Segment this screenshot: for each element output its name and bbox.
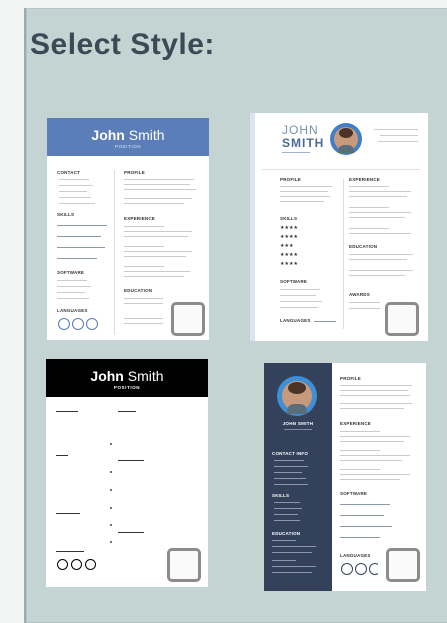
section-skills: SKILLS	[280, 216, 298, 221]
section-contact-info: CONTACT INFO	[272, 451, 309, 456]
page-title: Select Style:	[30, 28, 215, 61]
section-profile: PROFILE	[340, 376, 361, 381]
section-languages: LANGUAGES	[280, 318, 311, 323]
section-skills: SKILLS	[57, 212, 75, 217]
resume-name: JOHN SMITH	[282, 421, 314, 426]
select-checkbox-1[interactable]	[171, 302, 205, 336]
section-experience: EXPERIENCE	[349, 177, 381, 182]
section-profile: PROFILE	[124, 170, 145, 175]
section-software: SOFTWARE	[340, 491, 368, 496]
section-profile: PROFILE	[280, 177, 301, 182]
section-languages: LANGUAGES	[57, 308, 88, 313]
section-skills: SKILLS	[272, 493, 290, 498]
section-education: EDUCATION	[272, 531, 301, 536]
section-software: SOFTWARE	[57, 270, 85, 275]
resume-position: POSITION	[113, 385, 141, 390]
section-awards: AWARDS	[349, 292, 370, 297]
resume-name: John Smith	[91, 127, 165, 143]
resume-name: John Smith	[90, 368, 164, 384]
profile-photo	[330, 123, 362, 155]
resume-position: POSITION	[114, 144, 142, 149]
select-checkbox-3[interactable]	[167, 548, 201, 582]
select-checkbox-4[interactable]	[386, 548, 420, 582]
section-education: EDUCATION	[124, 288, 153, 293]
section-contact: CONTACT	[57, 170, 81, 175]
resume-last-name: SMITH	[282, 136, 325, 150]
select-checkbox-2[interactable]	[385, 302, 419, 336]
section-languages: LANGUAGES	[340, 553, 371, 558]
section-experience: EXPERIENCE	[340, 421, 372, 426]
resume-first-name: JOHN	[282, 123, 319, 137]
section-software: SOFTWARE	[280, 279, 308, 284]
profile-photo	[277, 376, 317, 416]
section-education: EDUCATION	[349, 244, 378, 249]
section-experience: EXPERIENCE	[124, 216, 156, 221]
